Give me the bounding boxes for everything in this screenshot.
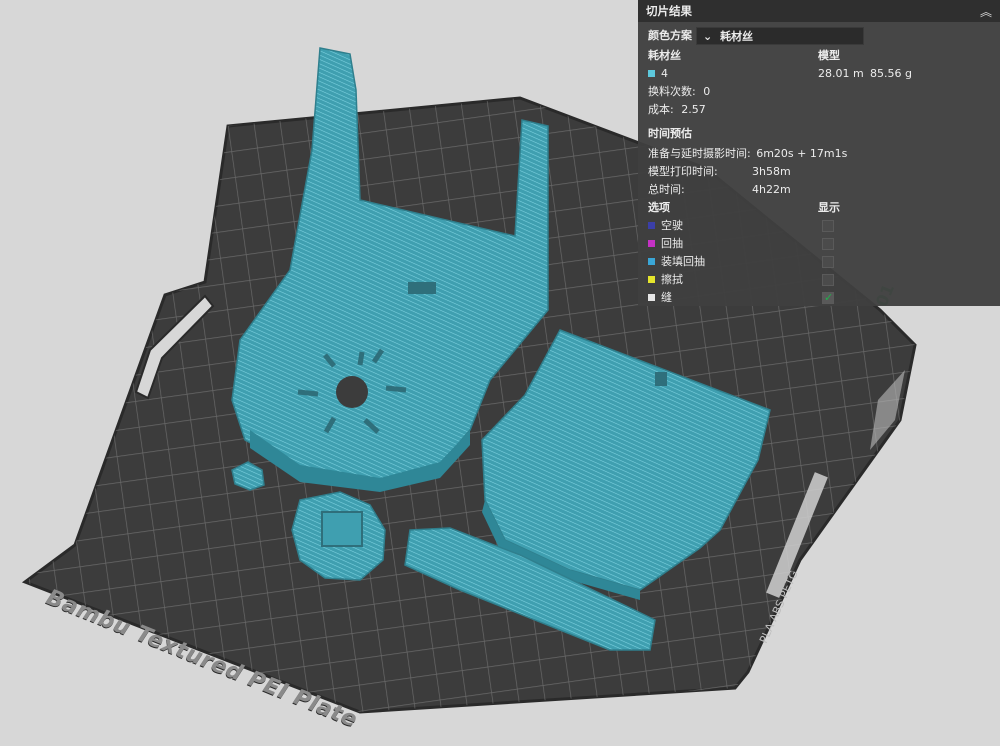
options-list: 空驶 回抽 装填回抽 擦拭 缝 [638,217,1000,307]
model-time-row: 模型打印时间: 3h58m [638,163,1000,181]
total-time-value: 4h22m [752,183,791,196]
panel-header: 切片结果 ︽ [638,0,1000,22]
option-color-swatch [648,257,655,265]
filament-changes-label: 换料次数: [648,85,696,98]
cost-value: 2.57 [681,103,706,116]
option-show-checkbox[interactable] [822,256,834,268]
model-time-value: 3h58m [752,165,791,178]
cost-label: 成本: [648,103,674,116]
option-show-checkbox[interactable] [822,289,834,307]
option-row-travel: 空驶 [638,217,1000,235]
option-label: 回抽 [661,237,683,250]
slice-results-panel: 切片结果 ︽ 颜色方案 ⌄ 耗材丝 耗材丝 模型 4 28.01 m 85.56… [638,0,1000,307]
filament-color-swatch [648,69,655,77]
option-row-seam: 缝 [638,289,1000,307]
option-label: 擦拭 [661,273,683,286]
filament-table-header: 耗材丝 模型 [638,47,1000,65]
option-row-deretract: 装填回抽 [638,253,1000,271]
filament-header: 耗材丝 [648,49,681,62]
option-label: 装填回抽 [661,255,705,268]
prep-time-label: 准备与延时摄影时间: [648,147,751,160]
color-scheme-select[interactable]: ⌄ 耗材丝 [696,27,864,45]
options-header: 选项 [648,201,670,214]
chevron-up-double-icon[interactable]: ︽ [980,3,992,20]
color-scheme-row: 颜色方案 ⌄ 耗材丝 [638,25,1000,47]
cost-row: 成本: 2.57 [638,101,1000,119]
filament-row: 4 28.01 m 85.56 g [638,65,1000,83]
prep-time-row: 准备与延时摄影时间: 6m20s + 17m1s [638,145,1000,163]
option-color-swatch [648,275,655,283]
model-header: 模型 [818,49,840,62]
chevron-down-icon: ⌄ [703,30,713,43]
color-scheme-value: 耗材丝 [720,30,754,43]
filament-length: 28.01 m [818,67,864,80]
filament-changes-value: 0 [703,85,711,98]
option-color-swatch [648,239,655,247]
filament-weight: 85.56 g [870,67,912,80]
option-show-checkbox[interactable] [822,274,834,286]
prep-time-value: 6m20s + 17m1s [756,147,848,160]
option-show-checkbox[interactable] [822,220,834,232]
option-label: 空驶 [661,219,683,232]
option-color-swatch [648,293,655,301]
panel-title: 切片结果 [646,4,692,18]
total-time-label: 总时间: [648,183,685,196]
options-header-row: 选项 显示 [638,199,1000,217]
option-row-retract: 回抽 [638,235,1000,253]
display-header: 显示 [818,201,840,214]
total-time-row: 总时间: 4h22m [638,181,1000,199]
option-label: 缝 [661,291,672,304]
option-show-checkbox[interactable] [822,238,834,250]
filament-id: 4 [661,67,668,80]
time-header: 时间预估 [648,127,692,140]
color-scheme-label: 颜色方案 [648,29,692,42]
option-color-swatch [648,221,655,229]
filament-changes-row: 换料次数: 0 [638,83,1000,101]
option-row-wipe: 擦拭 [638,271,1000,289]
model-time-label: 模型打印时间: [648,165,718,178]
